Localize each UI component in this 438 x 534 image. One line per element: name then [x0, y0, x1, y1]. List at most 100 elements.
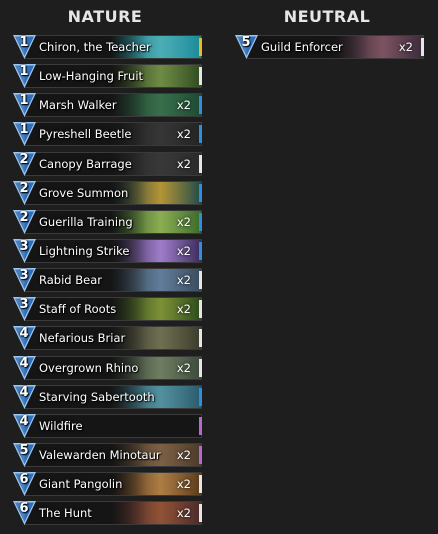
card-name: Chiron, the Teacher — [39, 40, 151, 54]
card-quantity: x2 — [176, 273, 191, 288]
card-quantity: x2 — [176, 98, 191, 113]
card-row[interactable]: 1 Chiron, the Teacher — [12, 35, 208, 59]
neutral-column: NEUTRAL 5 Guild Enforcer x2 — [234, 0, 430, 64]
cost-gem: 2 — [12, 209, 37, 235]
cost-gem: 1 — [12, 92, 37, 118]
card-quantity: x2 — [176, 302, 191, 317]
card-row[interactable]: 4 Starving Sabertooth — [12, 384, 208, 410]
card-quantity: x2 — [176, 506, 191, 521]
cost-gem: 4 — [12, 355, 37, 381]
rarity-bar — [199, 38, 202, 56]
card-quantity: x2 — [176, 127, 191, 142]
card-row[interactable]: 1 Low-Hanging Fruit — [12, 63, 208, 89]
card-row[interactable]: 1 Pyreshell Beetle x2 — [12, 121, 208, 147]
cost-gem: 4 — [12, 413, 37, 439]
nature-column: NATURE 1 Chiron, the Teacher 1 Low-Hanging … — [12, 0, 208, 530]
cost-gem: 1 — [12, 63, 37, 89]
card-row[interactable]: 2 Grove Summon — [12, 180, 208, 206]
rarity-bar — [199, 329, 202, 348]
card-cost: 2 — [19, 209, 29, 225]
rarity-bar — [199, 475, 202, 494]
rarity-bar — [199, 212, 202, 231]
cost-gem: 5 — [234, 34, 259, 60]
cost-gem: 2 — [12, 180, 37, 206]
card-row[interactable]: 1 Marsh Walker x2 — [12, 92, 208, 118]
card-cost: 4 — [19, 326, 29, 342]
cost-gem: 6 — [12, 471, 37, 497]
card-quantity: x2 — [176, 360, 191, 375]
card-cost: 3 — [19, 297, 29, 313]
card-cost: 5 — [19, 442, 29, 458]
card-name: Wildfire — [39, 418, 83, 433]
cost-gem: 3 — [12, 267, 37, 293]
card-row[interactable]: 3 Lightning Strike x2 — [12, 238, 208, 264]
card-quantity: x2 — [398, 40, 413, 54]
card-quantity: x2 — [176, 156, 191, 171]
card-row[interactable]: 2 Canopy Barrage x2 — [12, 151, 208, 177]
card-quantity: x2 — [176, 477, 191, 492]
card-name: Valewarden Minotaur — [39, 447, 161, 462]
card-row[interactable]: 4 Overgrown Rhino x2 — [12, 355, 208, 381]
card-cost: 4 — [19, 384, 29, 400]
cost-gem: 2 — [12, 151, 37, 177]
rarity-bar — [199, 241, 202, 260]
card-row[interactable]: 6 Giant Pangolin x2 — [12, 471, 208, 497]
card-quantity: x2 — [176, 447, 191, 462]
card-row[interactable]: 3 Staff of Roots x2 — [12, 296, 208, 322]
card-name: Overgrown Rhino — [39, 360, 139, 375]
rarity-bar — [199, 445, 202, 464]
card-cost: 6 — [19, 501, 29, 517]
rarity-bar — [199, 67, 202, 86]
card-quantity: x2 — [176, 243, 191, 258]
rarity-bar — [199, 416, 202, 435]
rarity-bar — [199, 154, 202, 173]
rarity-bar — [199, 96, 202, 115]
card-cost: 6 — [19, 472, 29, 488]
cost-gem: 3 — [12, 238, 37, 264]
neutral-card-list: 5 Guild Enforcer x2 — [234, 35, 430, 64]
cost-gem: 5 — [12, 442, 37, 468]
cost-gem: 4 — [12, 384, 37, 410]
card-row[interactable]: 5 Guild Enforcer x2 — [234, 35, 430, 59]
card-name: Starving Sabertooth — [39, 389, 155, 404]
cost-gem: 1 — [12, 34, 37, 60]
card-name: Marsh Walker — [39, 98, 117, 113]
rarity-bar — [421, 38, 424, 56]
card-name: Staff of Roots — [39, 302, 117, 317]
cost-gem: 1 — [12, 121, 37, 147]
card-row[interactable]: 3 Rabid Bear x2 — [12, 267, 208, 293]
neutral-column-title: NEUTRAL — [283, 7, 371, 26]
card-cost: 2 — [19, 151, 29, 167]
card-name: Nefarious Briar — [39, 331, 126, 346]
card-row[interactable]: 5 Valewarden Minotaur x2 — [12, 442, 208, 468]
rarity-bar — [199, 387, 202, 406]
cost-gem: 6 — [12, 500, 37, 526]
rarity-bar — [199, 125, 202, 144]
rarity-bar — [199, 183, 202, 202]
card-cost: 1 — [19, 93, 29, 109]
card-name: Guerilla Training — [39, 214, 133, 229]
card-name: Guild Enforcer — [261, 40, 343, 54]
card-cost: 1 — [19, 35, 29, 50]
card-name: Pyreshell Beetle — [39, 127, 132, 142]
card-name: Grove Summon — [39, 185, 129, 200]
card-cost: 1 — [19, 122, 29, 138]
card-row[interactable]: 2 Guerilla Training x2 — [12, 209, 208, 235]
card-row[interactable]: 6 The Hunt x2 — [12, 500, 208, 526]
card-row[interactable]: 4 Wildfire — [12, 413, 208, 439]
cost-gem: 3 — [12, 296, 37, 322]
card-name: Low-Hanging Fruit — [39, 69, 144, 84]
rarity-bar — [199, 358, 202, 377]
cost-gem: 4 — [12, 325, 37, 351]
rarity-bar — [199, 504, 202, 523]
card-row[interactable]: 4 Nefarious Briar — [12, 325, 208, 351]
rarity-bar — [199, 271, 202, 290]
card-cost: 4 — [19, 355, 29, 371]
card-name: Giant Pangolin — [39, 477, 123, 492]
card-cost: 4 — [19, 413, 29, 429]
card-cost: 3 — [19, 268, 29, 284]
card-name: Lightning Strike — [39, 243, 130, 258]
card-name: Rabid Bear — [39, 273, 102, 288]
card-quantity: x2 — [176, 214, 191, 229]
rarity-bar — [199, 300, 202, 319]
